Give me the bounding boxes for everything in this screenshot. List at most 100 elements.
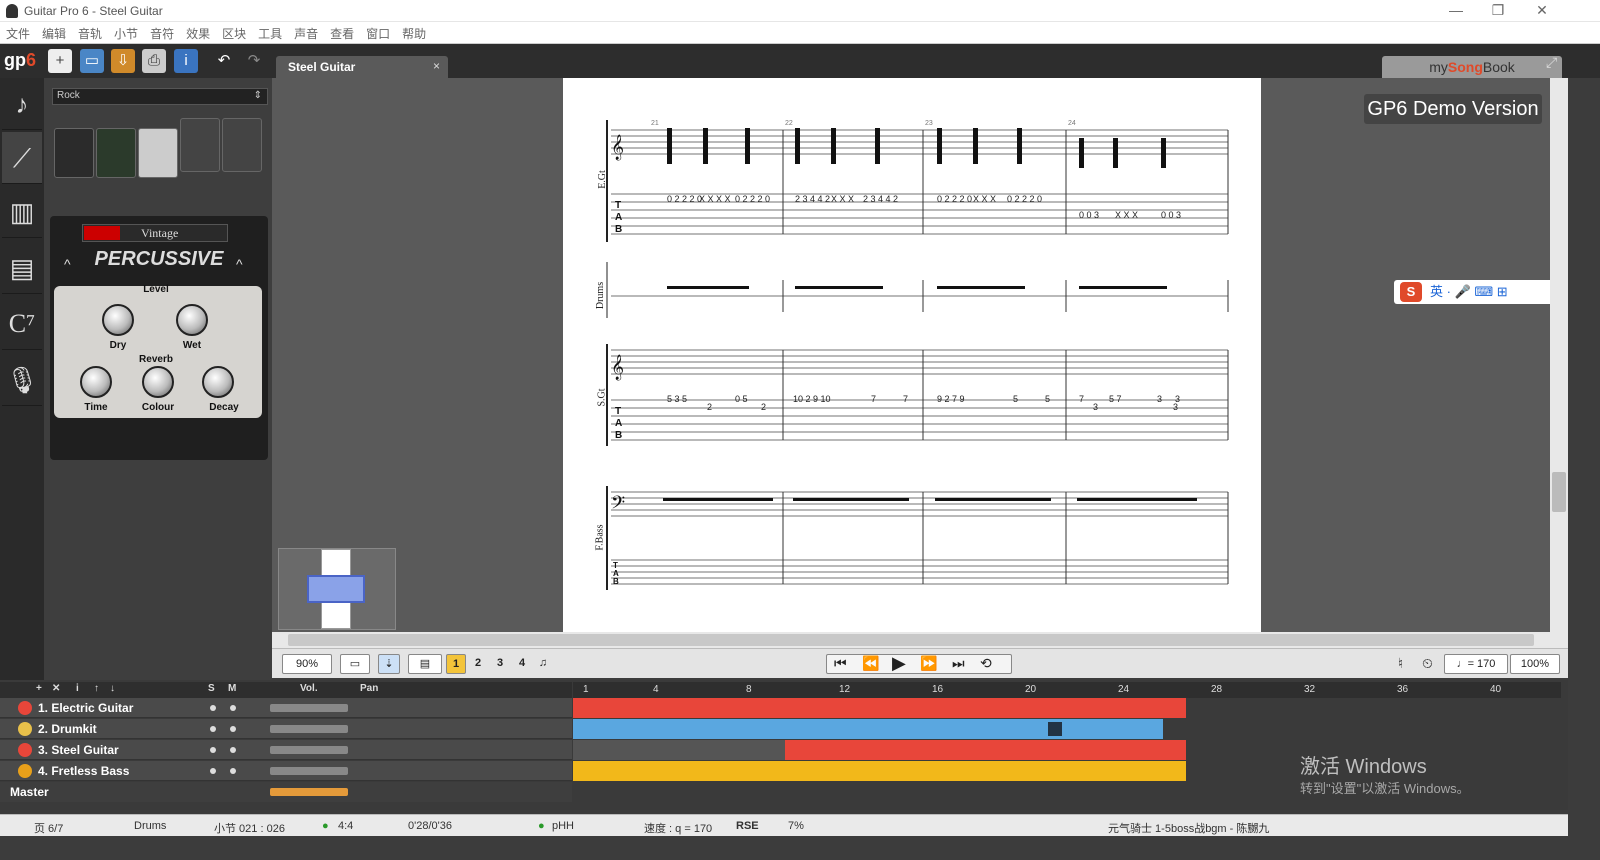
last-bar-icon[interactable]: ⏭ [952, 655, 965, 672]
bar-4-button[interactable]: 4 [512, 654, 532, 674]
volume-slider[interactable] [270, 746, 348, 754]
info-icon[interactable]: i [174, 49, 198, 73]
ime-lang[interactable]: 英 [1430, 284, 1443, 299]
scrollbar-thumb[interactable] [1552, 472, 1566, 512]
volume-slider[interactable] [270, 725, 348, 733]
menu-track[interactable]: 音轨 [72, 22, 108, 42]
track-row[interactable]: 1. Electric Guitar [0, 698, 572, 718]
menu-window[interactable]: 窗口 [360, 22, 396, 42]
solo-toggle[interactable] [210, 768, 216, 774]
track-name[interactable]: 1. Electric Guitar [38, 701, 133, 715]
chord-icon[interactable]: C⁷ [2, 298, 42, 350]
volume-slider[interactable] [270, 704, 348, 712]
menu-bar-measure[interactable]: 小节 [108, 22, 144, 42]
new-file-icon[interactable]: + [48, 49, 72, 73]
menu-sound[interactable]: 声音 [288, 22, 324, 42]
preset-select[interactable]: Rock ⇕ [52, 88, 268, 105]
zoom-select[interactable]: 90% [282, 654, 332, 674]
remove-track-icon[interactable]: ✕ [52, 683, 60, 694]
redo-icon[interactable]: ↷ [242, 49, 266, 73]
page-navigator[interactable] [278, 548, 396, 630]
fx-slot-empty-1[interactable] [180, 118, 220, 172]
score-page[interactable]: 𝄞 𝄞 𝄢 TAB TAB TAB 0 2 2 2 0X X X X0 2 2 … [563, 78, 1261, 632]
microphone-icon[interactable]: 🎙 [2, 354, 42, 406]
tab-steel-guitar[interactable]: Steel Guitar × [276, 56, 448, 78]
save-icon[interactable]: ⇩ [111, 49, 135, 73]
track-name[interactable]: 2. Drumkit [38, 722, 97, 736]
bar-2-button[interactable]: 2 [468, 654, 488, 674]
move-down-icon[interactable]: ↓ [110, 683, 115, 694]
metronome-icon[interactable]: ♮ [1398, 655, 1403, 672]
menu-section[interactable]: 区块 [216, 22, 252, 42]
guitar-icon[interactable]: ⟋ [2, 132, 42, 184]
dry-knob[interactable] [102, 304, 134, 336]
mute-toggle[interactable] [230, 747, 236, 753]
time-knob[interactable] [80, 366, 112, 398]
fx-slot-3[interactable] [138, 128, 178, 178]
bar-1-button[interactable]: 1 [446, 654, 466, 674]
speed-select[interactable]: 100% [1510, 654, 1560, 674]
track-row[interactable]: 3. Steel Guitar [0, 740, 572, 760]
menu-effects[interactable]: 效果 [180, 22, 216, 42]
wet-knob[interactable] [176, 304, 208, 336]
instrument-panel-icon[interactable]: ▥ [2, 186, 42, 238]
loop-icon[interactable]: ⟲ [980, 655, 992, 672]
scrollbar-thumb[interactable] [288, 634, 1534, 646]
tab-close-icon[interactable]: × [433, 59, 440, 73]
fx-slot-1[interactable] [54, 128, 94, 178]
timeline-ruler[interactable]: 1 4 8 12 16 20 24 28 32 36 40 [573, 682, 1561, 698]
fullscreen-icon[interactable]: ⤢ [1546, 54, 1557, 71]
follow-icon[interactable]: ⇣ [378, 654, 400, 674]
track-timeline-bar[interactable] [573, 719, 1163, 739]
track-timeline-bar[interactable] [573, 761, 1186, 781]
colour-knob[interactable] [142, 366, 174, 398]
fx-slot-empty-2[interactable] [222, 118, 262, 172]
restore-button[interactable]: ❐ [1478, 2, 1518, 20]
close-button[interactable]: ✕ [1522, 2, 1562, 20]
countin-icon[interactable]: ⏲ [1422, 655, 1433, 672]
menu-file[interactable]: 文件 [0, 22, 36, 42]
mute-toggle[interactable] [230, 705, 236, 711]
menu-help[interactable]: 帮助 [396, 22, 432, 42]
track-row[interactable]: 4. Fretless Bass [0, 761, 572, 781]
multitrack-icon[interactable]: ▤ [408, 654, 442, 674]
rewind-icon[interactable]: ⏪ [862, 655, 879, 672]
solo-toggle[interactable] [210, 726, 216, 732]
note-icon[interactable]: ♪ [2, 78, 42, 130]
bar-3-button[interactable]: 3 [490, 654, 510, 674]
fast-forward-icon[interactable]: ⏩ [920, 655, 937, 672]
minimize-button[interactable]: — [1436, 2, 1476, 20]
page-layout-select[interactable]: ▭ [340, 654, 370, 674]
mute-toggle[interactable] [230, 768, 236, 774]
mixer-icon[interactable]: ▤ [2, 242, 42, 294]
master-volume-slider[interactable] [270, 788, 348, 796]
menu-tools[interactable]: 工具 [252, 22, 288, 42]
menu-edit[interactable]: 编辑 [36, 22, 72, 42]
menu-view[interactable]: 查看 [324, 22, 360, 42]
track-row[interactable]: 2. Drumkit [0, 719, 572, 739]
volume-slider[interactable] [270, 767, 348, 775]
move-up-icon[interactable]: ↑ [94, 683, 99, 694]
solo-toggle[interactable] [210, 705, 216, 711]
fx-slot-2[interactable] [96, 128, 136, 178]
playhead-marker[interactable] [1048, 722, 1062, 736]
open-file-icon[interactable]: ▭ [80, 49, 104, 73]
print-icon[interactable]: ⎙ [142, 49, 166, 73]
ime-toolbar[interactable]: S英 · 🎤 ⌨ ⊞ [1394, 280, 1568, 304]
mute-toggle[interactable] [230, 726, 236, 732]
tempo-field[interactable]: ♩= 170 [1444, 654, 1508, 674]
undo-icon[interactable]: ↶ [212, 49, 236, 73]
mysongbook-button[interactable]: mySongBook [1382, 56, 1562, 78]
play-icon[interactable]: ▶ [892, 653, 906, 674]
triplet-icon[interactable]: ♫ [534, 654, 552, 674]
decay-knob[interactable] [202, 366, 234, 398]
track-name[interactable]: 4. Fretless Bass [38, 764, 129, 778]
track-name[interactable]: 3. Steel Guitar [38, 743, 119, 757]
track-info-icon[interactable]: i [76, 683, 79, 694]
vertical-scrollbar[interactable] [1550, 78, 1568, 632]
solo-toggle[interactable] [210, 747, 216, 753]
first-bar-icon[interactable]: ⏮ [834, 655, 847, 672]
track-timeline-bar[interactable] [573, 698, 1186, 718]
menu-note[interactable]: 音符 [144, 22, 180, 42]
track-timeline-bar[interactable] [785, 740, 1186, 760]
